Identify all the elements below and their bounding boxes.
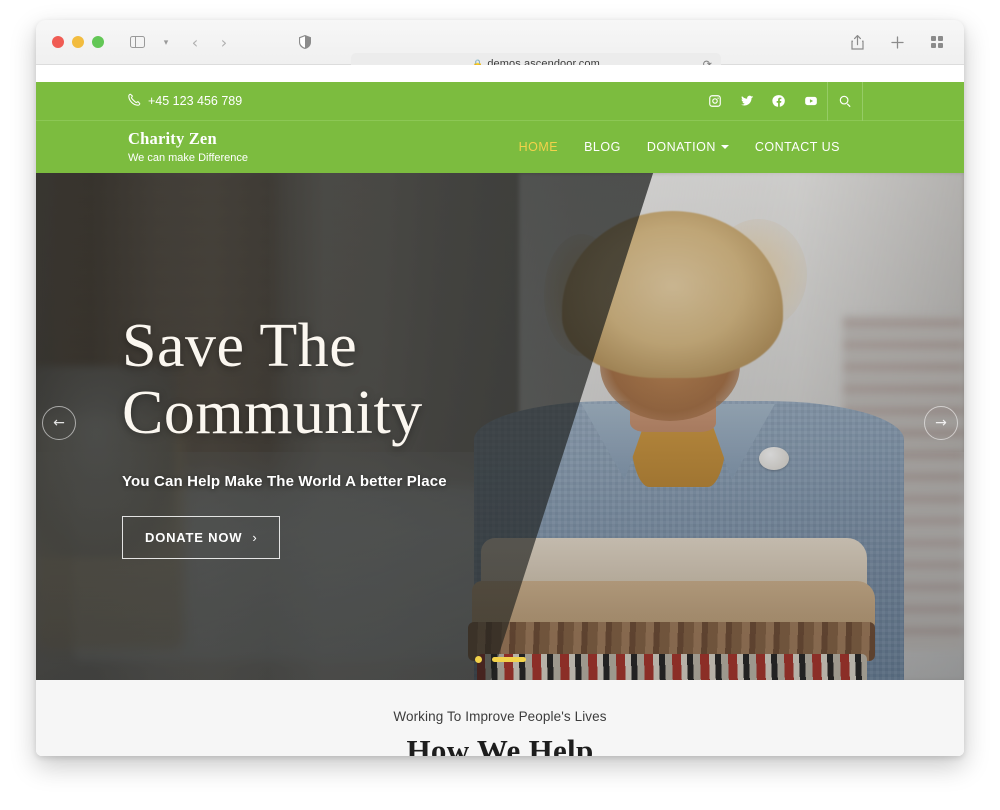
chevron-down-icon[interactable]: ▾: [153, 29, 179, 55]
browser-window: ▾ ‹ › 🔒 demos.ascendoor.com ⟳: [36, 20, 964, 756]
nav-item-blog[interactable]: BLOG: [584, 140, 621, 154]
page-top-gap: [36, 65, 964, 82]
carousel-prev-button[interactable]: ←: [42, 406, 76, 440]
carousel-dot-1[interactable]: [474, 656, 482, 663]
site-topbar: +45 123 456 789: [36, 81, 964, 121]
carousel-pagination: [36, 656, 964, 663]
nav-label-home: HOME: [518, 140, 559, 154]
section-eyebrow: Working To Improve People's Lives: [393, 709, 607, 724]
back-arrow-icon[interactable]: ‹: [182, 29, 208, 55]
nav-item-home[interactable]: HOME: [519, 140, 559, 154]
phone-contact[interactable]: +45 123 456 789: [128, 93, 242, 109]
arrow-left-icon: ←: [53, 415, 65, 431]
facebook-icon[interactable]: [763, 82, 795, 121]
nav-label-contact-us: CONTACT US: [754, 140, 840, 154]
phone-icon: [128, 93, 141, 109]
section-heading: How We Help: [406, 733, 594, 756]
hero-title-line-1: Save The: [122, 312, 358, 380]
privacy-shield-icon[interactable]: [292, 29, 318, 55]
toolbar-left-controls: ▾ ‹ ›: [124, 29, 318, 55]
donate-now-label: DONATE NOW: [145, 529, 243, 545]
site-logo[interactable]: Charity Zen We can make Difference: [128, 129, 249, 164]
search-icon[interactable]: [827, 81, 863, 121]
close-window-button[interactable]: [52, 36, 64, 48]
hero-slider: Save The Community You Can Help Make The…: [36, 173, 964, 680]
new-tab-icon[interactable]: [884, 29, 910, 55]
carousel-next-button[interactable]: →: [924, 406, 958, 440]
youtube-icon[interactable]: [795, 82, 827, 121]
screenshot-root: ▾ ‹ › 🔒 demos.ascendoor.com ⟳: [0, 0, 1000, 810]
hero-subtitle: You Can Help Make The World A better Pla…: [122, 472, 447, 490]
twitter-icon[interactable]: [731, 82, 763, 121]
toolbar-right-controls: [844, 29, 950, 55]
hero-content: Save The Community You Can Help Make The…: [122, 313, 447, 559]
window-controls[interactable]: [52, 36, 104, 48]
how-we-help-section: Working To Improve People's Lives How We…: [36, 680, 964, 756]
chevron-right-icon: ›: [252, 529, 258, 545]
minimize-window-button[interactable]: [72, 36, 84, 48]
maximize-window-button[interactable]: [92, 36, 104, 48]
forward-arrow-icon[interactable]: ›: [211, 29, 237, 55]
social-links: [699, 81, 863, 121]
phone-number: +45 123 456 789: [148, 94, 243, 108]
chevron-down-icon: [720, 145, 729, 149]
tab-overview-icon[interactable]: [924, 29, 950, 55]
browser-toolbar: ▾ ‹ › 🔒 demos.ascendoor.com ⟳: [36, 20, 964, 75]
hero-title-line-2: Community: [122, 378, 423, 447]
donate-now-button[interactable]: DONATE NOW ›: [122, 515, 281, 559]
share-icon[interactable]: [844, 29, 870, 55]
carousel-dot-2-active[interactable]: [491, 657, 526, 662]
site-header: Charity Zen We can make Difference HOME …: [36, 121, 964, 173]
sidebar-toggle-icon[interactable]: [124, 29, 150, 55]
main-navigation: HOME BLOG DONATION CONTACT US: [519, 140, 840, 154]
hero-title: Save The Community: [122, 313, 447, 447]
brand-name: Charity Zen: [128, 129, 217, 149]
page-viewport: +45 123 456 789 Charity Zen We can make …: [36, 65, 964, 756]
instagram-icon[interactable]: [699, 82, 731, 121]
nav-item-donation[interactable]: DONATION: [647, 140, 729, 154]
nav-label-donation: DONATION: [646, 140, 716, 154]
nav-item-contact-us[interactable]: CONTACT US: [755, 140, 840, 154]
arrow-right-icon: →: [935, 415, 947, 431]
nav-label-blog: BLOG: [584, 140, 621, 154]
brand-tagline: We can make Difference: [128, 151, 249, 164]
